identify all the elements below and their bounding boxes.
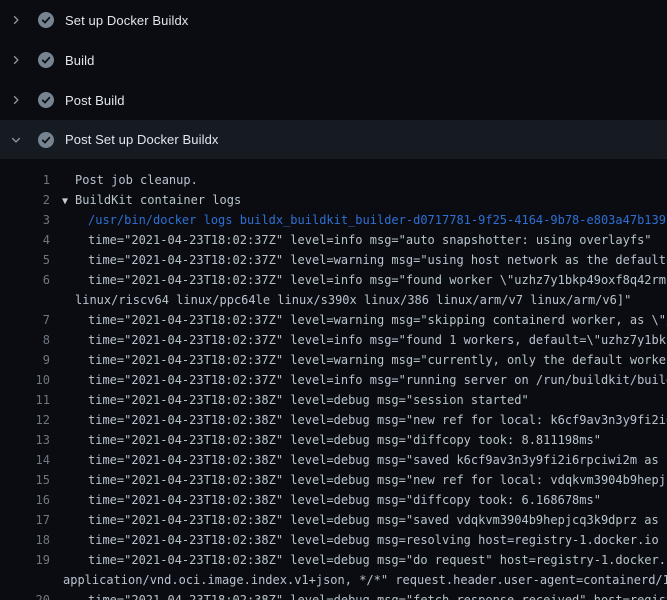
log-line-text: time="2021-04-23T18:02:37Z" level=info m… <box>88 373 667 387</box>
step-title: Post Build <box>65 93 125 108</box>
log-line: 9 time="2021-04-23T18:02:37Z" level=warn… <box>0 350 667 370</box>
log-line-number[interactable]: 4 <box>0 230 50 250</box>
log-line: 5 time="2021-04-23T18:02:37Z" level=warn… <box>0 250 667 270</box>
log-line: 2 ▼BuildKit container logs <box>0 190 667 210</box>
chevron-right-icon <box>10 14 22 26</box>
chevron-right-icon <box>10 94 22 106</box>
log-line: application/vnd.oci.image.index.v1+json,… <box>0 570 667 590</box>
log-line-number[interactable]: 19 <box>0 550 50 570</box>
log-line-text: time="2021-04-23T18:02:37Z" level=info m… <box>88 333 667 347</box>
log-line-number[interactable]: 20 <box>0 590 50 600</box>
log-line-text: time="2021-04-23T18:02:38Z" level=debug … <box>88 533 659 547</box>
log-line-number[interactable]: 2 <box>0 190 50 210</box>
log-line-number[interactable]: 8 <box>0 330 50 350</box>
log-line-text: application/vnd.oci.image.index.v1+json,… <box>63 573 667 587</box>
step-title: Build <box>65 53 94 68</box>
chevron-right-icon <box>10 54 22 66</box>
log-line-text: time="2021-04-23T18:02:37Z" level=info m… <box>88 233 652 247</box>
log-line: 14 time="2021-04-23T18:02:38Z" level=deb… <box>0 450 667 470</box>
log-line: 20 time="2021-04-23T18:02:38Z" level=deb… <box>0 590 667 600</box>
log-line-text: time="2021-04-23T18:02:38Z" level=debug … <box>88 513 667 527</box>
log-line: 18 time="2021-04-23T18:02:38Z" level=deb… <box>0 530 667 550</box>
log-line-text: time="2021-04-23T18:02:37Z" level=info m… <box>88 273 667 287</box>
log-line: 4 time="2021-04-23T18:02:37Z" level=info… <box>0 230 667 250</box>
log-line: 16 time="2021-04-23T18:02:38Z" level=deb… <box>0 490 667 510</box>
check-circle-icon <box>38 92 54 108</box>
log-line-number[interactable]: 17 <box>0 510 50 530</box>
log-line: 11 time="2021-04-23T18:02:38Z" level=deb… <box>0 390 667 410</box>
log-line-number[interactable]: 1 <box>0 170 50 190</box>
log-line: 3 /usr/bin/docker logs buildx_buildkit_b… <box>0 210 667 230</box>
log-line-text: time="2021-04-23T18:02:38Z" level=debug … <box>88 433 601 447</box>
actions-log-viewer: Set up Docker Buildx Build Post Build Po… <box>0 0 667 600</box>
log-line-number[interactable]: 7 <box>0 310 50 330</box>
log-line-number[interactable]: 18 <box>0 530 50 550</box>
log-line-number[interactable]: 10 <box>0 370 50 390</box>
log-line-text: time="2021-04-23T18:02:38Z" level=debug … <box>88 473 667 487</box>
step-header[interactable]: Post Build <box>0 80 667 120</box>
log-line-number[interactable]: 9 <box>0 350 50 370</box>
check-circle-icon <box>38 52 54 68</box>
log-line-text: time="2021-04-23T18:02:38Z" level=debug … <box>88 593 667 600</box>
log-line-number[interactable]: 5 <box>0 250 50 270</box>
log-line: 12 time="2021-04-23T18:02:38Z" level=deb… <box>0 410 667 430</box>
step-title: Post Set up Docker Buildx <box>65 132 219 147</box>
log-line: 17 time="2021-04-23T18:02:38Z" level=deb… <box>0 510 667 530</box>
log-line-text: time="2021-04-23T18:02:38Z" level=debug … <box>88 413 667 427</box>
log-line-text: time="2021-04-23T18:02:38Z" level=debug … <box>88 553 667 567</box>
log-line: 19 time="2021-04-23T18:02:38Z" level=deb… <box>0 550 667 570</box>
log-line: 15 time="2021-04-23T18:02:38Z" level=deb… <box>0 470 667 490</box>
log-line-text: linux/riscv64 linux/ppc64le linux/s390x … <box>75 293 631 307</box>
log-line-text: time="2021-04-23T18:02:37Z" level=warnin… <box>88 313 667 327</box>
log-line-number[interactable]: 16 <box>0 490 50 510</box>
log-line-number[interactable]: 3 <box>0 210 50 230</box>
log-line: 7 time="2021-04-23T18:02:37Z" level=warn… <box>0 310 667 330</box>
group-toggle-icon[interactable]: ▼ <box>62 192 75 212</box>
step-list: Set up Docker Buildx Build Post Build Po… <box>0 0 667 159</box>
step-title: Set up Docker Buildx <box>65 13 188 28</box>
log-line: linux/riscv64 linux/ppc64le linux/s390x … <box>0 290 667 310</box>
log-line: 6 time="2021-04-23T18:02:37Z" level=info… <box>0 270 667 290</box>
log-line-text: BuildKit container logs <box>75 193 241 207</box>
check-circle-icon <box>38 132 54 148</box>
log-line-text: /usr/bin/docker logs buildx_buildkit_bui… <box>88 213 667 227</box>
log-line-text: time="2021-04-23T18:02:37Z" level=warnin… <box>88 253 667 267</box>
log-line: 1 Post job cleanup. <box>0 170 667 190</box>
log-line-text: time="2021-04-23T18:02:38Z" level=debug … <box>88 453 667 467</box>
log-line-number[interactable]: 12 <box>0 410 50 430</box>
log-line-text: time="2021-04-23T18:02:37Z" level=warnin… <box>88 353 667 367</box>
log-line-number[interactable]: 11 <box>0 390 50 410</box>
log-area: 1 Post job cleanup. 2 ▼BuildKit containe… <box>0 159 667 600</box>
log-line-number[interactable]: 6 <box>0 270 50 290</box>
step-header[interactable]: Build <box>0 40 667 80</box>
check-circle-icon <box>38 12 54 28</box>
log-line-number[interactable]: 14 <box>0 450 50 470</box>
log-line-number[interactable]: 15 <box>0 470 50 490</box>
log-line-text: time="2021-04-23T18:02:38Z" level=debug … <box>88 393 529 407</box>
log-line-text: Post job cleanup. <box>75 173 198 187</box>
log-line: 13 time="2021-04-23T18:02:38Z" level=deb… <box>0 430 667 450</box>
log-line: 8 time="2021-04-23T18:02:37Z" level=info… <box>0 330 667 350</box>
step-header[interactable]: Post Set up Docker Buildx <box>0 120 667 159</box>
chevron-down-icon <box>10 134 22 146</box>
step-header[interactable]: Set up Docker Buildx <box>0 0 667 40</box>
log-line: 10 time="2021-04-23T18:02:37Z" level=inf… <box>0 370 667 390</box>
log-line-text: time="2021-04-23T18:02:38Z" level=debug … <box>88 493 601 507</box>
log-line-number[interactable]: 13 <box>0 430 50 450</box>
